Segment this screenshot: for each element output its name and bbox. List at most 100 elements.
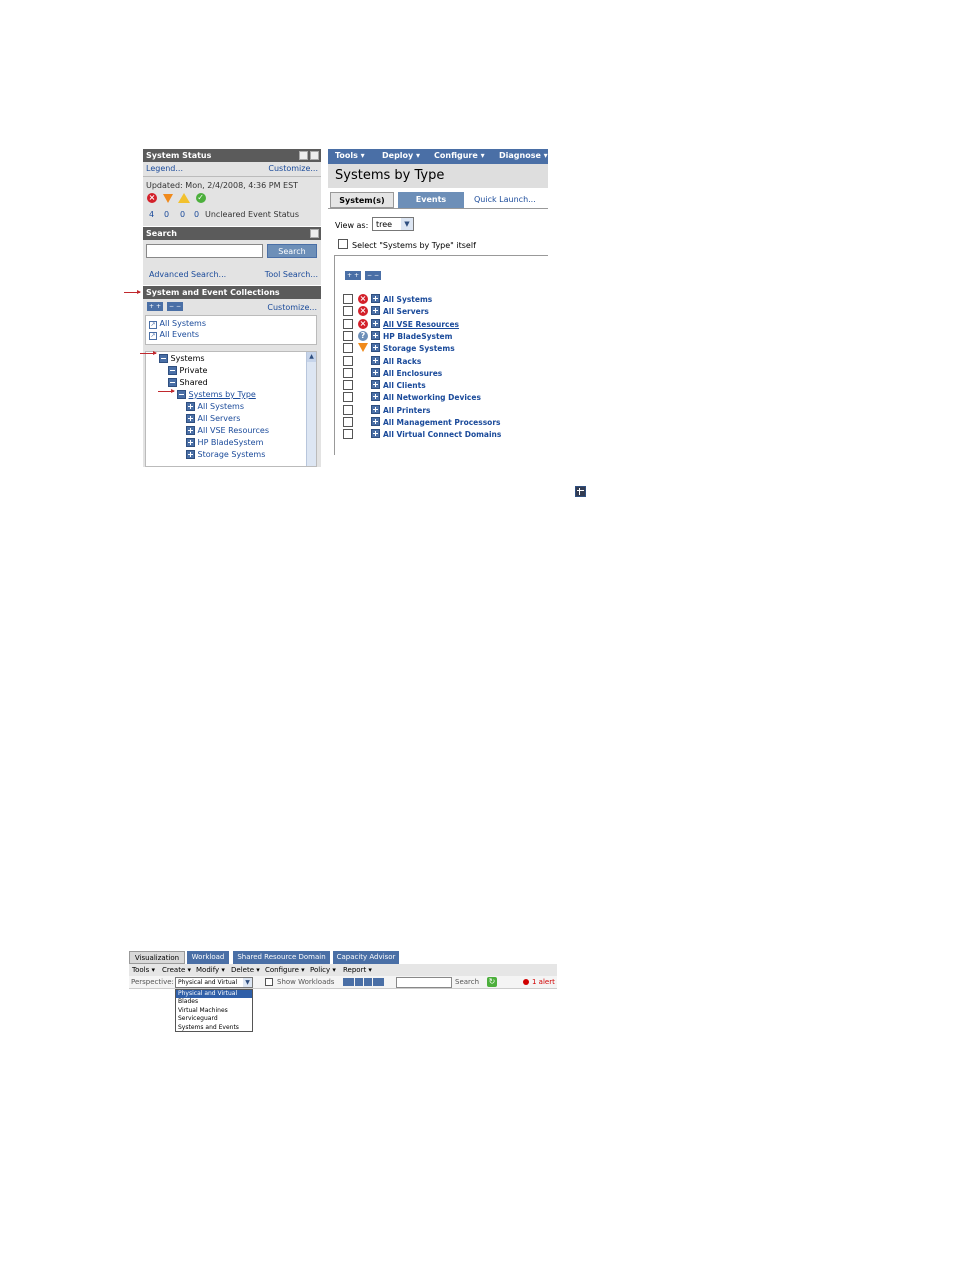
- collection-link-all-events[interactable]: ↗ All Events: [149, 330, 199, 340]
- tab-systems[interactable]: System(s): [330, 192, 394, 208]
- collections-customize-link[interactable]: Customize...: [267, 303, 317, 312]
- item-label[interactable]: All Management Processors: [383, 418, 501, 427]
- item-checkbox[interactable]: [343, 306, 353, 317]
- collapse-all-button[interactable]: − −: [365, 271, 381, 280]
- restore-icon[interactable]: [299, 151, 308, 160]
- tree-node-private[interactable]: Private: [168, 366, 207, 375]
- toolbar-search-button[interactable]: Search: [455, 978, 479, 986]
- menu-configure[interactable]: Configure ▾: [434, 151, 485, 160]
- zoom-out-all-button[interactable]: [343, 978, 354, 986]
- tree-item[interactable]: × All Servers: [343, 306, 543, 317]
- tab-visualization[interactable]: Visualization: [129, 951, 185, 964]
- expand-icon[interactable]: [371, 392, 380, 402]
- tab-workload[interactable]: Workload: [187, 951, 229, 964]
- search-input[interactable]: [146, 244, 263, 258]
- expand-icon[interactable]: [186, 438, 195, 447]
- tree-item[interactable]: All Enclosures: [343, 367, 543, 379]
- perspective-option[interactable]: Serviceguard: [176, 1015, 252, 1023]
- dropdown-arrow-icon[interactable]: ▼: [243, 978, 252, 987]
- item-label[interactable]: All Virtual Connect Domains: [383, 430, 501, 439]
- expand-icon[interactable]: [371, 404, 380, 414]
- expand-icon[interactable]: [371, 343, 380, 353]
- expand-icon[interactable]: [186, 414, 195, 423]
- menu-diagnose[interactable]: Diagnose ▾: [499, 151, 548, 160]
- tree-item[interactable]: ? HP BladeSystem: [343, 330, 543, 342]
- advanced-search-link[interactable]: Advanced Search...: [149, 270, 226, 279]
- menu-tools[interactable]: Tools ▾: [132, 966, 155, 974]
- tree-item[interactable]: All Printers: [343, 404, 543, 416]
- collapse-icon[interactable]: [177, 390, 186, 399]
- tab-capacity-advisor[interactable]: Capacity Advisor: [333, 951, 399, 964]
- major-icon[interactable]: [358, 343, 368, 353]
- tree-node-systems[interactable]: Systems: [159, 354, 205, 363]
- item-label[interactable]: All Clients: [383, 381, 426, 390]
- tree-node-all-vse[interactable]: All VSE Resources: [186, 426, 269, 435]
- major-icon[interactable]: [162, 193, 173, 203]
- tool-search-link[interactable]: Tool Search...: [265, 270, 318, 279]
- expand-icon[interactable]: [371, 294, 380, 303]
- expand-icon[interactable]: [186, 402, 195, 411]
- tree-item[interactable]: All Management Processors: [343, 417, 543, 428]
- menu-configure[interactable]: Configure ▾: [265, 966, 305, 974]
- count-minor[interactable]: 0: [180, 210, 185, 219]
- item-label[interactable]: HP BladeSystem: [383, 332, 452, 341]
- expand-all-button[interactable]: + +: [345, 271, 361, 280]
- expand-all-button[interactable]: + +: [147, 302, 163, 311]
- item-label[interactable]: All Systems: [383, 295, 432, 304]
- item-label[interactable]: All Servers: [383, 307, 429, 316]
- tree-item[interactable]: All Racks: [343, 355, 543, 367]
- tree-item[interactable]: Storage Systems: [343, 343, 543, 354]
- tree-node-hp-blade[interactable]: HP BladeSystem: [186, 438, 263, 447]
- tree-node-all-systems[interactable]: All Systems: [186, 402, 244, 411]
- count-critical[interactable]: 4: [149, 210, 154, 219]
- menu-tools[interactable]: Tools ▾: [335, 151, 365, 160]
- toolbar-search-input[interactable]: [396, 977, 452, 988]
- minimize-icon[interactable]: [310, 151, 319, 160]
- alert-count[interactable]: 1 alert: [532, 978, 555, 986]
- critical-icon[interactable]: ×: [358, 306, 368, 317]
- menu-policy[interactable]: Policy ▾: [310, 966, 336, 974]
- zoom-in-button[interactable]: [364, 978, 372, 986]
- item-checkbox[interactable]: [343, 318, 353, 329]
- menu-create[interactable]: Create ▾: [162, 966, 191, 974]
- select-itself-checkbox[interactable]: [338, 239, 348, 249]
- unknown-icon[interactable]: ?: [358, 330, 368, 341]
- expand-icon[interactable]: [371, 330, 380, 340]
- item-checkbox[interactable]: [343, 404, 353, 415]
- collection-link-all-systems[interactable]: ↗ All Systems: [149, 319, 206, 329]
- item-label[interactable]: All Networking Devices: [383, 393, 481, 402]
- normal-icon[interactable]: ✓: [195, 193, 206, 203]
- show-workloads-checkbox[interactable]: [265, 978, 273, 986]
- item-checkbox[interactable]: [343, 380, 353, 391]
- tree-label[interactable]: HP BladeSystem: [198, 438, 264, 447]
- expand-icon[interactable]: [371, 380, 380, 390]
- item-label[interactable]: All Printers: [383, 406, 431, 415]
- tree-label[interactable]: Systems by Type: [189, 390, 256, 399]
- tree-label[interactable]: Storage Systems: [198, 450, 266, 459]
- legend-link[interactable]: Legend...: [146, 164, 183, 173]
- tree-item[interactable]: All Virtual Connect Domains: [343, 429, 543, 440]
- view-as-select[interactable]: tree ▼: [372, 217, 414, 231]
- expand-icon[interactable]: [186, 450, 195, 459]
- perspective-option[interactable]: Virtual Machines: [176, 1007, 252, 1015]
- item-checkbox[interactable]: [343, 392, 353, 403]
- item-checkbox[interactable]: [343, 343, 353, 354]
- scroll-up-icon[interactable]: ▲: [307, 352, 316, 362]
- expand-icon[interactable]: [371, 355, 380, 365]
- zoom-out-button[interactable]: [355, 978, 363, 986]
- status-customize-link[interactable]: Customize...: [268, 164, 318, 173]
- tree-scrollbar[interactable]: ▲: [306, 352, 316, 466]
- count-normal[interactable]: 0: [194, 210, 199, 219]
- tree-label[interactable]: All Systems: [198, 402, 244, 411]
- tree-node-systems-by-type[interactable]: Systems by Type: [177, 390, 256, 399]
- tab-events[interactable]: Events: [398, 192, 464, 208]
- collapse-icon[interactable]: [168, 378, 177, 387]
- perspective-option[interactable]: Blades: [176, 998, 252, 1006]
- expand-icon[interactable]: [371, 306, 380, 316]
- refresh-icon[interactable]: ↻: [487, 977, 497, 987]
- item-checkbox[interactable]: [343, 330, 353, 341]
- zoom-in-all-button[interactable]: [373, 978, 384, 986]
- menu-report[interactable]: Report ▾: [343, 966, 372, 974]
- item-label[interactable]: Storage Systems: [383, 344, 455, 353]
- tab-shared-resource-domain[interactable]: Shared Resource Domain: [233, 951, 330, 964]
